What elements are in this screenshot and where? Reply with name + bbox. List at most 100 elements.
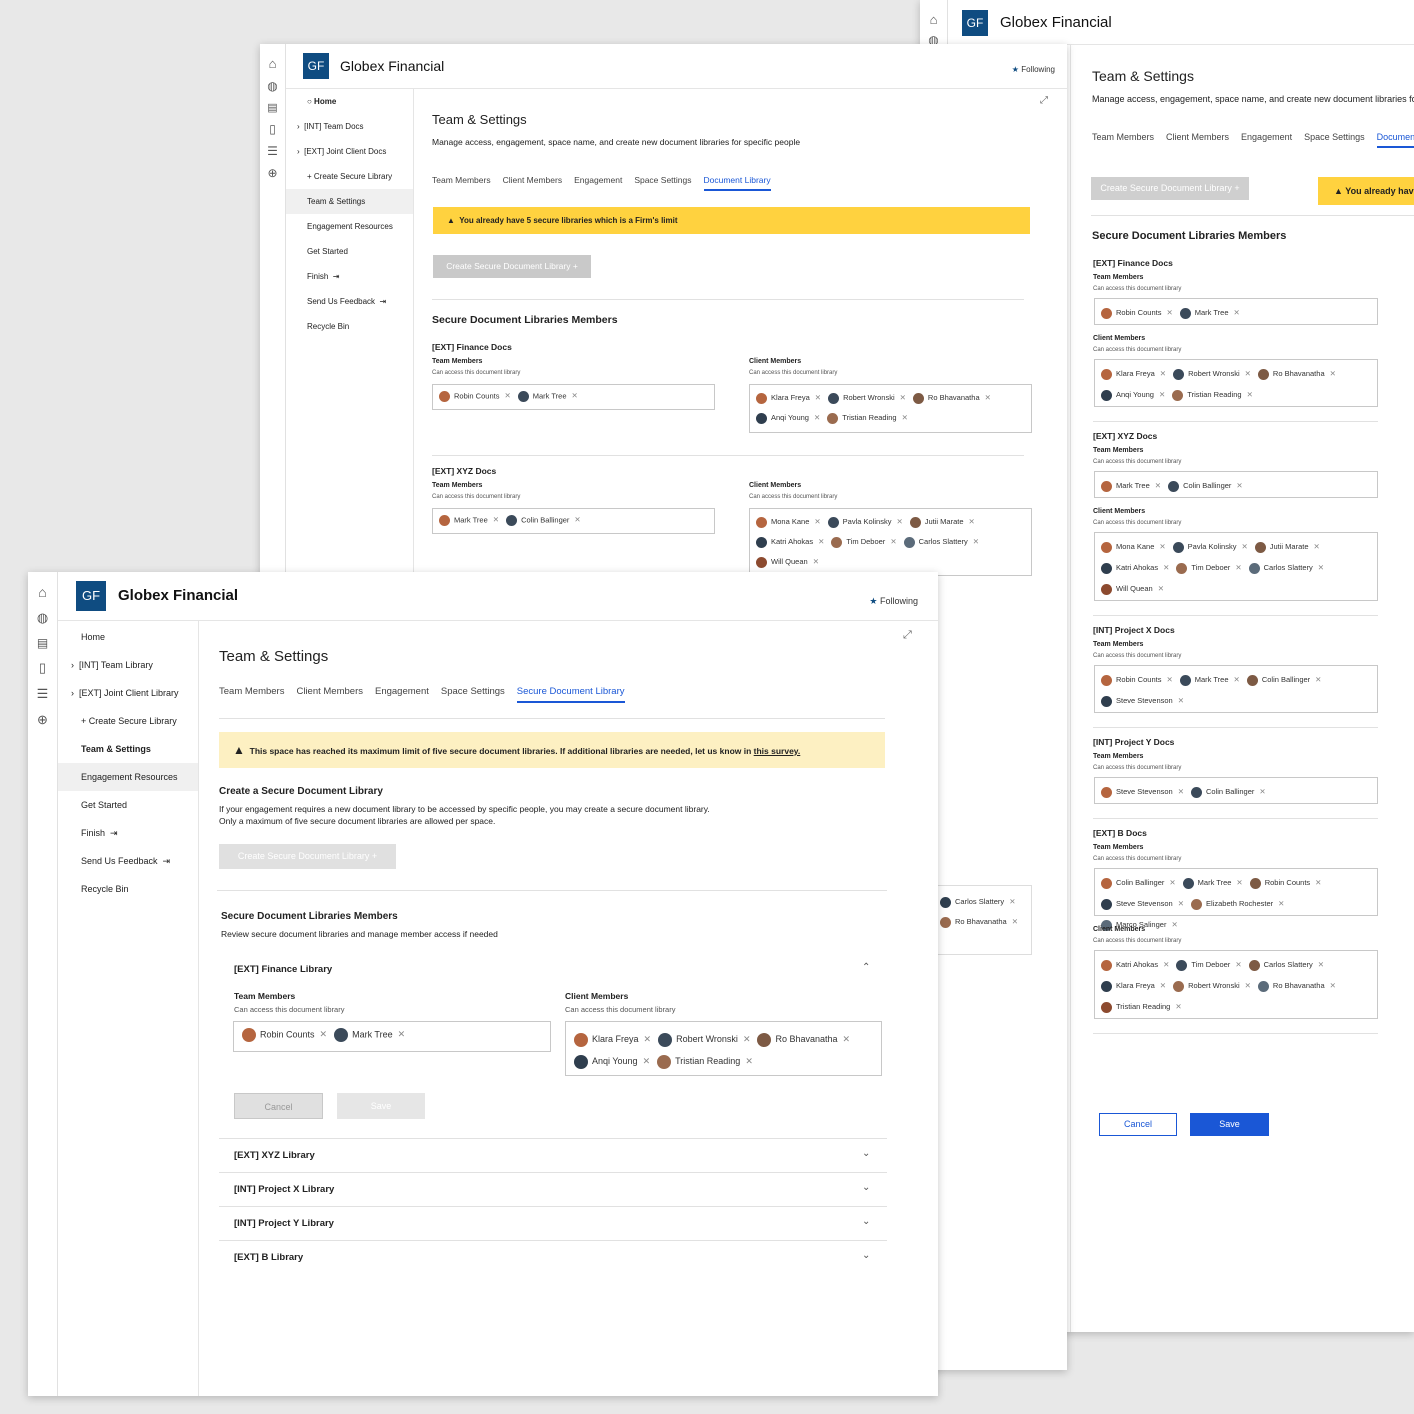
- tab-1[interactable]: Client Members: [503, 175, 563, 185]
- member-chip[interactable]: Robert Wronski ✕: [828, 388, 913, 408]
- remove-icon[interactable]: ✕: [1235, 563, 1241, 572]
- nav-item[interactable]: › [EXT] Joint Client Library: [58, 679, 198, 707]
- tab-0[interactable]: Team Members: [432, 175, 491, 185]
- remove-icon[interactable]: ✕: [1175, 1002, 1181, 1011]
- member-chip[interactable]: Colin Ballinger ✕: [506, 515, 588, 526]
- create-library-button[interactable]: Create Secure Document Library +: [219, 844, 396, 869]
- nav-item[interactable]: › [EXT] Joint Client Docs: [286, 139, 413, 164]
- remove-icon[interactable]: ✕: [1245, 369, 1251, 378]
- member-chip[interactable]: Anqi Young ✕: [756, 408, 827, 428]
- member-chip[interactable]: Tristian Reading ✕: [827, 408, 915, 428]
- remove-icon[interactable]: ✕: [1178, 696, 1184, 705]
- member-chip[interactable]: Robin Counts ✕: [439, 391, 518, 402]
- member-chip[interactable]: Jutii Marate ✕: [1254, 536, 1327, 557]
- nav-item[interactable]: › [INT] Team Docs: [286, 114, 413, 139]
- nav-item[interactable]: Send Us Feedback ⇥: [58, 847, 198, 875]
- member-chip[interactable]: Will Quean ✕: [1101, 578, 1171, 599]
- nav-item[interactable]: Finish ⇥: [58, 819, 198, 847]
- tab-4[interactable]: Secure Document Library: [516, 686, 625, 703]
- remove-icon[interactable]: ✕: [813, 557, 819, 566]
- member-chip[interactable]: Steve Stevenson ✕: [1101, 893, 1191, 914]
- nav-item[interactable]: Finish ⇥: [286, 264, 413, 289]
- remove-icon[interactable]: ✕: [1247, 390, 1253, 399]
- member-chip[interactable]: Pavla Kolinsky ✕: [1172, 536, 1255, 557]
- remove-icon[interactable]: ✕: [1315, 878, 1321, 887]
- remove-icon[interactable]: ✕: [1163, 960, 1169, 969]
- chevron-up-icon[interactable]: ⌃: [862, 962, 870, 973]
- nav-item[interactable]: Team & Settings: [286, 189, 413, 214]
- member-chip[interactable]: Pavla Kolinsky ✕: [827, 512, 910, 532]
- member-chip[interactable]: Jutii Marate ✕: [909, 512, 982, 532]
- member-chip[interactable]: Tim Deboer ✕: [831, 532, 903, 552]
- remove-icon[interactable]: ✕: [643, 1056, 651, 1066]
- remove-icon[interactable]: ✕: [745, 1056, 753, 1066]
- nav-item[interactable]: Get Started: [286, 239, 413, 264]
- library-accordion[interactable]: [INT] Project Y Library: [234, 1218, 334, 1229]
- client-members-box[interactable]: Katri Ahokas ✕ Tim Deboer ✕ Carlos Slattery ✕…: [1094, 950, 1378, 1019]
- library-accordion[interactable]: [EXT] B Library: [234, 1252, 303, 1263]
- card-icon[interactable]: ▤: [28, 636, 57, 650]
- team-members-box[interactable]: Robin Counts ✕ Mark Tree ✕: [1094, 298, 1378, 325]
- member-chip[interactable]: Tim Deboer ✕: [1176, 557, 1248, 578]
- library-accordion[interactable]: [INT] Project X Library: [234, 1184, 334, 1195]
- nav-item[interactable]: Engagement Resources: [286, 214, 413, 239]
- member-chip[interactable]: Katri Ahokas ✕: [1101, 557, 1176, 578]
- member-chip[interactable]: Katri Ahokas ✕: [1101, 954, 1176, 975]
- tab-2[interactable]: Engagement: [574, 175, 622, 185]
- member-chip[interactable]: Carlos Slattery ✕: [1248, 557, 1331, 578]
- create-library-button[interactable]: Create Secure Document Library +: [1091, 177, 1249, 200]
- nav-item[interactable]: Home: [58, 623, 198, 651]
- remove-icon[interactable]: ✕: [1178, 899, 1184, 908]
- member-chip[interactable]: Carlos Slattery ✕: [1248, 954, 1331, 975]
- remove-icon[interactable]: ✕: [1159, 390, 1165, 399]
- save-button[interactable]: Save: [337, 1093, 425, 1119]
- member-chip[interactable]: Ro Bhavanatha ✕: [757, 1028, 857, 1050]
- member-chip[interactable]: Mark Tree ✕: [1179, 669, 1247, 690]
- cancel-button[interactable]: Cancel: [1099, 1113, 1177, 1136]
- team-members-box[interactable]: Robin Counts ✕ Mark Tree ✕ Colin Ballinger ✕S…: [1094, 665, 1378, 713]
- team-members-box[interactable]: Robin Counts ✕ Mark Tree ✕: [233, 1021, 551, 1052]
- member-chip[interactable]: Klara Freya ✕: [574, 1028, 658, 1050]
- member-chip[interactable]: Tristian Reading ✕: [1172, 384, 1260, 405]
- survey-link[interactable]: this survey.: [754, 746, 801, 756]
- follow-button[interactable]: ★ Following: [869, 596, 918, 607]
- tab-2[interactable]: Engagement: [1241, 132, 1292, 142]
- member-chip[interactable]: Mark Tree ✕: [439, 515, 506, 526]
- member-chip[interactable]: Mark Tree ✕: [1182, 872, 1250, 893]
- member-chip[interactable]: Steve Stevenson ✕: [1101, 690, 1191, 711]
- remove-icon[interactable]: ✕: [1160, 981, 1166, 990]
- member-chip[interactable]: Robert Wronski ✕: [1173, 975, 1258, 996]
- remove-icon[interactable]: ✕: [1166, 308, 1172, 317]
- member-chip[interactable]: Tim Deboer ✕: [1176, 954, 1248, 975]
- nav-item[interactable]: Get Started: [58, 791, 198, 819]
- nav-item[interactable]: ○ Home: [286, 89, 413, 114]
- open-library-title[interactable]: [EXT] Finance Library: [234, 964, 332, 975]
- remove-icon[interactable]: ✕: [843, 1034, 851, 1044]
- remove-icon[interactable]: ✕: [1330, 369, 1336, 378]
- remove-icon[interactable]: ✕: [818, 537, 824, 546]
- remove-icon[interactable]: ✕: [1171, 920, 1177, 929]
- home-icon[interactable]: ⌂: [28, 584, 57, 600]
- team-members-box[interactable]: Colin Ballinger ✕ Mark Tree ✕ Robin Counts ✕S…: [1094, 868, 1378, 931]
- member-chip[interactable]: Katri Ahokas ✕: [756, 532, 831, 552]
- remove-icon[interactable]: ✕: [1169, 878, 1175, 887]
- member-chip[interactable]: Klara Freya ✕: [756, 388, 828, 408]
- document-icon[interactable]: ▯: [260, 122, 285, 136]
- member-chip[interactable]: Tristian Reading ✕: [1101, 996, 1189, 1017]
- member-chip[interactable]: Tristian Reading ✕: [657, 1050, 760, 1072]
- member-chip[interactable]: Ro Bhavanatha ✕: [912, 388, 998, 408]
- member-chip[interactable]: Robin Counts ✕: [242, 1028, 334, 1042]
- add-icon[interactable]: ⊕: [28, 712, 57, 728]
- nav-item[interactable]: Send Us Feedback ⇥: [286, 289, 413, 314]
- member-chip[interactable]: Robin Counts ✕: [1101, 302, 1180, 323]
- remove-icon[interactable]: ✕: [574, 515, 580, 524]
- remove-icon[interactable]: ✕: [644, 1034, 652, 1044]
- tab-3[interactable]: Space Settings: [1304, 132, 1365, 142]
- nav-item[interactable]: Engagement Resources: [58, 763, 198, 791]
- home-icon[interactable]: ⌂: [260, 56, 285, 71]
- chevron-down-icon[interactable]: ⌄: [862, 1148, 870, 1159]
- remove-icon[interactable]: ✕: [743, 1034, 751, 1044]
- remove-icon[interactable]: ✕: [1012, 917, 1018, 926]
- remove-icon[interactable]: ✕: [1155, 481, 1161, 490]
- team-members-box[interactable]: Mark Tree ✕ Colin Ballinger ✕: [432, 508, 715, 534]
